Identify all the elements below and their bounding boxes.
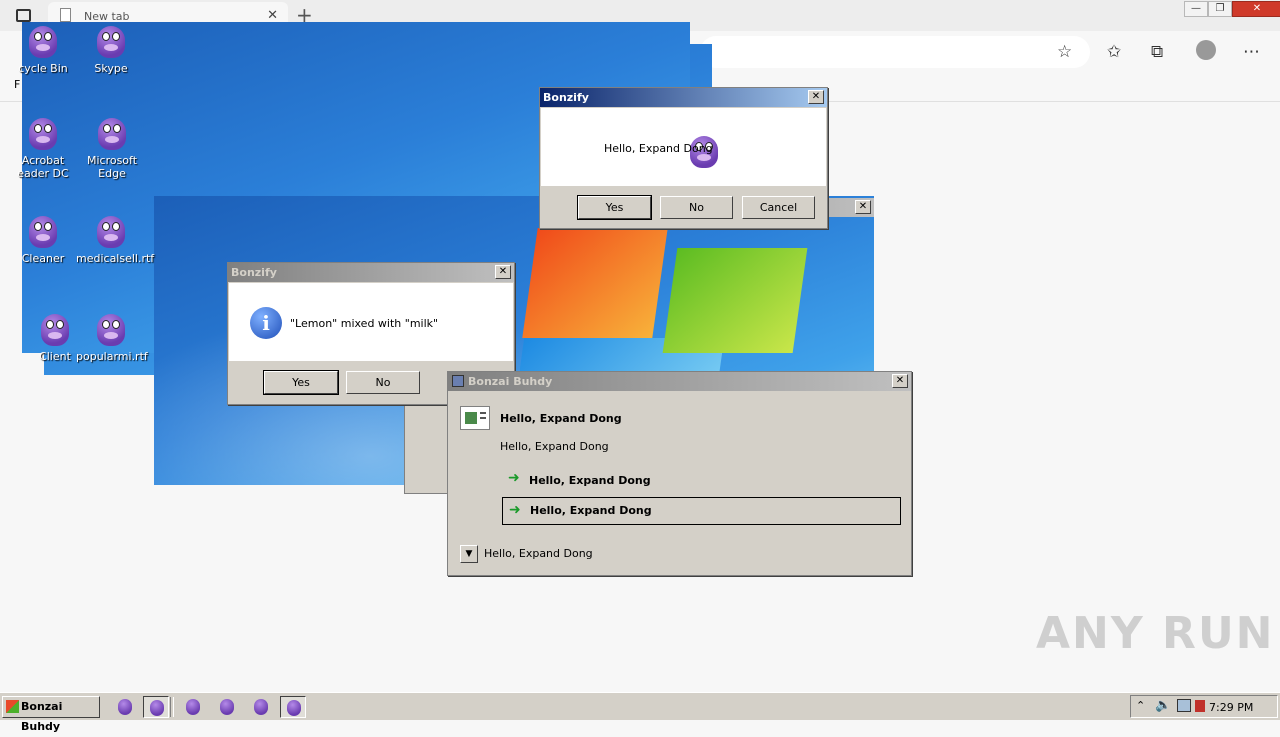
desktop-icon-medicalsell[interactable]: medicalsell.rtf (76, 210, 154, 265)
buhdy-option-1[interactable]: ➜ Hello, Expand Dong (502, 468, 902, 492)
document-icon (460, 406, 490, 430)
chevron-up-icon[interactable]: ⌃ (1136, 699, 1145, 712)
desktop-icon-acrobat[interactable]: Acrobat eader DC (8, 112, 78, 180)
window-close-button[interactable]: ✕ (1232, 1, 1280, 17)
desktop-icon-microsoft-edge[interactable]: Microsoft Edge (76, 112, 148, 180)
desktop-icon-cleaner[interactable]: Cleaner (8, 210, 78, 265)
tab-close-icon[interactable]: ✕ (267, 8, 278, 23)
dialog-titlebar: Bonzify ✕ (540, 88, 827, 107)
dialog-body: i "Lemon" mixed with "milk" (229, 283, 513, 361)
taskbar-item[interactable] (214, 696, 240, 718)
collections-icon[interactable]: ⧉ (1151, 42, 1163, 62)
network-icon[interactable] (1177, 699, 1191, 712)
dialog-title: Bonzify (543, 91, 589, 104)
window-controls: — ❐ ✕ (1184, 1, 1280, 18)
dialog-message: "Lemon" mixed with "milk" (290, 317, 439, 330)
restore-button[interactable]: ❐ (1208, 1, 1232, 17)
app-icon (452, 375, 464, 387)
dialog-title: Bonzify (231, 266, 277, 279)
arrow-right-icon: ➜ (509, 502, 521, 518)
windows-logo (520, 218, 870, 373)
anyrun-watermark: ANY RUN (1036, 608, 1275, 659)
desktop-icon-popularmi[interactable]: popularmi.rtf (76, 308, 148, 363)
taskbar-item[interactable] (112, 696, 138, 718)
favorites-icon[interactable]: ✩ (1107, 42, 1121, 62)
yes-button[interactable]: Yes (577, 195, 652, 220)
close-icon[interactable]: ✕ (495, 265, 511, 279)
close-icon[interactable]: ✕ (855, 200, 871, 214)
taskbar-item[interactable] (248, 696, 274, 718)
clock[interactable]: 7:29 PM (1209, 701, 1253, 714)
window-titlebar: Bonzai Buhdy ✕ (448, 372, 911, 391)
flag-icon[interactable] (1195, 700, 1205, 712)
address-bar[interactable] (700, 36, 1090, 68)
buhdy-subtext: Hello, Expand Dong (500, 440, 609, 453)
add-favorite-icon[interactable]: ☆ (1057, 42, 1072, 62)
buhdy-footer: Hello, Expand Dong (484, 547, 593, 560)
window-title: Bonzai Buhdy (468, 375, 553, 388)
buhdy-heading: Hello, Expand Dong (500, 412, 622, 425)
start-button[interactable]: Bonzai Buhdy (2, 696, 100, 733)
bonzai-buhdy-window: Bonzai Buhdy ✕ Hello, Expand Dong Hello,… (447, 371, 912, 576)
taskbar-item[interactable] (280, 696, 306, 718)
taskbar-separator (170, 697, 174, 717)
info-icon: i (250, 307, 282, 339)
speaker-icon[interactable]: 🔈 (1155, 698, 1171, 713)
no-button[interactable]: No (660, 196, 733, 219)
close-icon[interactable]: ✕ (808, 90, 824, 104)
profile-icon[interactable] (1196, 40, 1216, 60)
taskbar-item[interactable] (143, 696, 169, 718)
expand-down-button[interactable]: ▼ (460, 545, 478, 563)
cancel-button[interactable]: Cancel (742, 196, 815, 219)
minimize-button[interactable]: — (1184, 1, 1208, 17)
bonzify-dialog-hello: Bonzify ✕ Hello, Expand Dong Yes No Canc… (539, 87, 828, 229)
more-icon[interactable]: ⋯ (1243, 42, 1260, 62)
dialog-message: Hello, Expand Dong (604, 142, 713, 155)
buhdy-option-2[interactable]: ➜ Hello, Expand Dong (502, 497, 901, 525)
favorites-label: F (14, 78, 21, 91)
desktop-icon-recycle-bin[interactable]: cycle Bin (8, 20, 78, 75)
yes-button[interactable]: Yes (263, 370, 339, 395)
desktop-icon-skype[interactable]: Skype (76, 20, 146, 75)
dialog-body: Hello, Expand Dong (541, 108, 826, 186)
dialog-titlebar: Bonzify ✕ (228, 263, 514, 282)
no-button[interactable]: No (346, 371, 420, 394)
close-icon[interactable]: ✕ (892, 374, 908, 388)
taskbar-item[interactable] (180, 696, 206, 718)
start-flag-icon (6, 700, 19, 713)
system-tray: ⌃ 🔈 7:29 PM (1130, 695, 1278, 718)
arrow-right-icon: ➜ (508, 470, 520, 486)
